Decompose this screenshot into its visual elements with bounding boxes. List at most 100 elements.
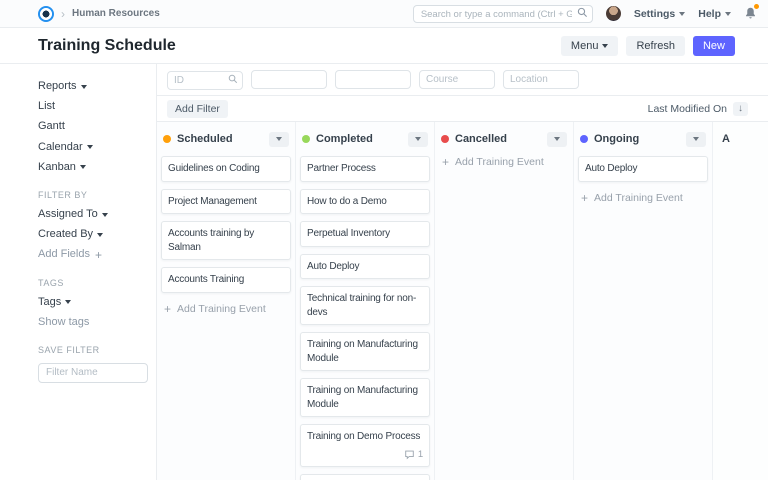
menu-button-label: Menu [570,39,599,52]
indicator-dot-red [441,135,449,143]
tags-filter[interactable]: Tags [38,296,148,309]
column-menu-button[interactable] [269,131,289,147]
kanban-card[interactable]: Training on Manufacturing Module [300,378,430,417]
kanban-card[interactable]: Training on Manufacturing Module [300,332,430,371]
kanban-card[interactable]: Perpetual Inventory [300,221,430,247]
add-fields-link[interactable]: Add Fields + [38,248,148,261]
erpnext-logo-icon[interactable] [38,5,54,22]
show-tags-toggle[interactable]: Show tags [38,316,148,329]
created-by-label: Created By [38,228,94,241]
card-title: Training on Demo Process [307,431,421,442]
kanban-board: Scheduled Guidelines on Coding Project M… [157,122,768,480]
main-content: Add Filter Last Modified On ↓ Scheduled [157,64,768,480]
settings-label: Settings [633,7,676,20]
global-search-input[interactable] [412,5,593,24]
sort-direction-button[interactable]: ↓ [733,101,748,116]
comment-count: 1 [417,448,423,460]
search-icon [228,74,238,83]
kanban-card[interactable]: Auto Deploy [300,253,430,279]
notification-dot [754,4,759,9]
kanban-card[interactable]: Accounts Training [161,267,291,293]
user-avatar[interactable] [605,6,621,21]
chevron-down-icon [693,137,699,141]
chevron-down-icon [554,137,560,141]
kanban-card[interactable]: Partner Process [300,156,430,182]
column-title: Cancelled [455,133,507,145]
new-button[interactable]: New [692,35,735,56]
column-title: Ongoing [594,133,640,145]
add-fields-label: Add Fields [38,248,90,261]
calendar-label: Calendar [38,140,83,153]
filter-by-heading: FILTER BY [38,189,88,200]
search-icon [577,7,587,17]
kanban-column-ongoing: Ongoing Auto Deploy + Add Training Event [574,122,713,480]
kanban-card[interactable]: How to do a Demo [300,188,430,214]
settings-menu[interactable]: Settings [633,7,686,20]
chevron-down-icon [679,11,686,16]
column-title: A [722,133,730,145]
add-event-label: Add Training Event [177,302,266,315]
notifications-bell-icon[interactable] [744,4,759,21]
column-menu-button[interactable] [686,131,706,147]
kanban-card[interactable]: Accounts training by Salman [161,221,291,260]
chevron-down-icon [602,43,609,48]
column-menu-button[interactable] [547,131,567,147]
chevron-down-icon [86,145,93,150]
sidebar-item-gantt[interactable]: Gantt [38,120,148,133]
help-label: Help [698,7,721,20]
location-filter-input[interactable] [503,70,579,89]
save-filter-heading: SAVE FILTER [38,344,100,355]
page-title: Training Schedule [38,36,176,54]
sidebar-item-calendar[interactable]: Calendar [38,141,148,154]
sidebar-item-kanban[interactable]: Kanban [38,161,148,174]
kanban-card[interactable]: Training on Demo Process 1 [300,424,430,468]
comment-icon [405,451,414,460]
breadcrumb-chevron-icon: › [61,6,65,21]
assigned-to-label: Assigned To [38,207,98,220]
plus-icon: + [581,190,589,205]
add-filter-button[interactable]: Add Filter [167,99,228,118]
sidebar-item-reports[interactable]: Reports [38,80,148,93]
kanban-card[interactable]: Project Management [161,188,291,214]
kanban-column-partial: A [713,122,768,480]
add-event-label: Add Training Event [594,191,683,204]
course-filter-input[interactable] [419,70,495,89]
plus-icon: + [94,247,102,262]
assigned-to-filter[interactable]: Assigned To [38,208,148,221]
list-sidebar: Reports List Gantt Calendar Kanban FILTE… [0,64,157,480]
add-event-label: Add Training Event [455,156,544,168]
chevron-down-icon [65,300,72,305]
add-training-event-link[interactable]: + Add Training Event [581,192,705,204]
tags-label: Tags [38,295,62,308]
indicator-dot-green [302,135,310,143]
page-head: Training Schedule Menu Refresh New [0,28,768,64]
kanban-label: Kanban [38,160,76,173]
add-training-event-link[interactable]: + Add Training Event [442,156,566,168]
kanban-column-scheduled: Scheduled Guidelines on Coding Project M… [157,122,296,480]
kanban-card[interactable]: Technical training for non-devs [300,286,430,325]
filter-input-2[interactable] [251,70,327,89]
menu-button[interactable]: Menu [560,35,619,56]
sidebar-item-list[interactable]: List [38,100,148,113]
created-by-filter[interactable]: Created By [38,228,148,241]
help-menu[interactable]: Help [698,8,731,20]
column-menu-button[interactable] [408,131,428,147]
sort-by-label[interactable]: Last Modified On [648,103,727,115]
kanban-card[interactable]: Auto Deploy [578,156,708,182]
chevron-down-icon [101,212,108,217]
breadcrumb[interactable]: Human Resources [72,8,160,19]
plus-icon: + [164,301,172,316]
filter-input-3[interactable] [335,70,411,89]
filter-sort-row: Add Filter Last Modified On ↓ [157,96,768,122]
top-navbar: › Human Resources Settings Help [0,0,768,28]
chevron-down-icon [725,11,731,16]
indicator-dot-orange [163,135,171,143]
kanban-card[interactable]: Bench training [300,474,430,480]
chevron-down-icon [97,232,104,237]
filter-name-input[interactable] [38,362,148,383]
plus-icon: + [442,155,450,169]
app-window: › Human Resources Settings Help [0,0,768,480]
kanban-card[interactable]: Guidelines on Coding [161,156,291,182]
add-training-event-link[interactable]: + Add Training Event [164,303,288,315]
refresh-button[interactable]: Refresh [626,35,685,56]
